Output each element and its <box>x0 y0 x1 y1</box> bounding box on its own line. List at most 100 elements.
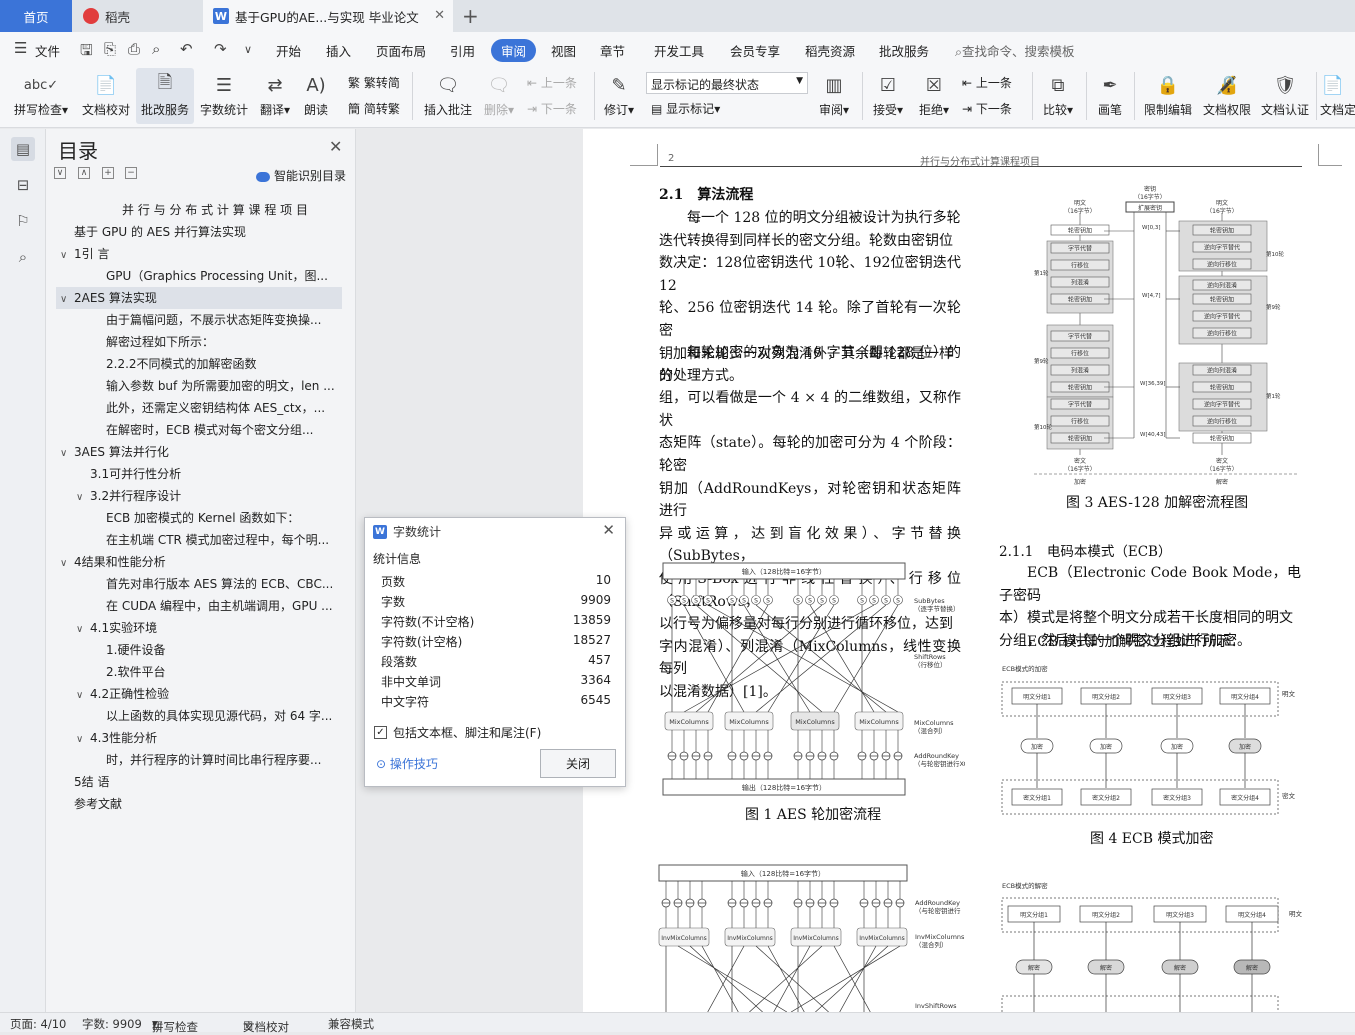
review-pane-button[interactable]: ▥ 审阅▾ <box>814 68 854 124</box>
menu-member[interactable]: 会员专享 <box>730 41 780 60</box>
toc-item[interactable]: 由于篇幅问题，不展示状态矩阵变换操... <box>106 309 342 331</box>
toc-item[interactable]: GPU（Graphics Processing Unit，图... <box>106 265 342 287</box>
toc-item[interactable]: 参考文献 <box>74 793 342 815</box>
toc-item[interactable]: 在解密时，ECB 模式对每个密文分组... <box>106 419 342 441</box>
new-tab-icon[interactable]: + <box>462 4 479 28</box>
save-icon[interactable]: 🖫 <box>80 40 93 65</box>
find-icon[interactable]: ⌕ <box>11 245 35 269</box>
compare-button[interactable]: ⧉ 比较▾ <box>1038 68 1078 124</box>
toc-item[interactable]: ∨ 4结果和性能分析 <box>60 551 342 573</box>
toc-item[interactable]: ∨ 4.3性能分析 <box>76 727 342 749</box>
prev-change-button[interactable]: ⇤ 上一条 <box>962 74 1012 91</box>
toc-item[interactable]: ∨ 1引 言 <box>60 243 342 265</box>
chevron-down-icon[interactable]: ∨ <box>76 619 90 639</box>
toc-item[interactable]: ∨ 4.2正确性检验 <box>76 683 342 705</box>
reject-button[interactable]: ☒ 拒绝▾ <box>914 68 954 124</box>
smart-toc-button[interactable]: 智能识别目录 <box>256 167 346 184</box>
trad-to-simp-button[interactable]: 繁 繁转简 <box>348 74 400 91</box>
toc-item[interactable]: ∨ 3.2并行程序设计 <box>76 485 342 507</box>
more-chevron-icon[interactable]: ∨ <box>244 43 252 56</box>
menu-reference[interactable]: 引用 <box>450 41 475 60</box>
menu-layout[interactable]: 页面布局 <box>376 41 426 60</box>
undo-icon[interactable]: ↶ <box>180 40 193 58</box>
doc-permission-button[interactable]: 🔏 文档权限 <box>1200 68 1254 124</box>
menu-insert[interactable]: 插入 <box>326 41 351 60</box>
status-spell-check[interactable]: ☑ 拼写检查 ▾ <box>152 1016 198 1034</box>
chevron-down-icon[interactable]: ∨ <box>60 553 74 573</box>
redo-icon[interactable]: ↷ <box>214 40 227 58</box>
add-heading-icon[interactable]: + <box>102 167 114 179</box>
toc-item[interactable]: 在 CUDA 编程中，由主机端调用，GPU ... <box>106 595 342 617</box>
show-markup-button[interactable]: ▤ 显示标记▾ <box>651 100 720 117</box>
menu-file[interactable]: 文件 <box>35 41 60 60</box>
print-icon[interactable]: ⎙ <box>128 40 140 58</box>
chevron-down-icon[interactable]: ∨ <box>60 443 74 463</box>
next-change-button[interactable]: ⇥ 下一条 <box>962 100 1012 117</box>
word-count-button[interactable]: ☰ 字数统计 <box>198 68 250 124</box>
toc-item[interactable]: 2.软件平台 <box>106 661 342 683</box>
chevron-down-icon[interactable]: ∨ <box>76 487 90 507</box>
expand-up-icon[interactable]: ∧ <box>78 167 90 179</box>
toc-item[interactable]: ∨ 3AES 算法并行化 <box>60 441 342 463</box>
menu-review[interactable]: 审阅 <box>491 39 537 62</box>
toc-close-icon[interactable]: ✕ <box>329 137 342 156</box>
toc-item[interactable]: 1.硬件设备 <box>106 639 342 661</box>
chapter-nav-icon[interactable]: ⊟ <box>11 173 35 197</box>
doc-proof-button[interactable]: 📄 文档校对 <box>78 68 134 124</box>
markup-mode-select[interactable]: 显示标记的最终状态 ▼ <box>646 72 808 94</box>
track-changes-button[interactable]: ✎ 修订▾ <box>600 68 638 124</box>
tab-daoke[interactable]: 稻壳 <box>73 0 201 32</box>
toc-item[interactable]: 并 行 与 分 布 式 计 算 课 程 项 目 <box>122 199 342 221</box>
pen-button[interactable]: ✒ 画笔 <box>1092 68 1128 124</box>
export-icon[interactable]: ⎘ <box>104 40 116 58</box>
menu-daoke-res[interactable]: 稻壳资源 <box>805 41 855 60</box>
dialog-close-button[interactable]: 关闭 <box>540 749 616 778</box>
chevron-down-icon[interactable]: ∨ <box>76 685 90 705</box>
toc-item[interactable]: 以上函数的具体实现见源代码，对 64 字... <box>106 705 342 727</box>
toc-item[interactable]: 时，并行程序的计算时间比串行程序要... <box>106 749 342 771</box>
status-wordcount[interactable]: 字数: 9909 <box>82 1016 142 1032</box>
menu-dev-tools[interactable]: 开发工具 <box>654 41 704 60</box>
remove-heading-icon[interactable]: − <box>125 167 137 179</box>
collapse-all-icon[interactable]: ∨ <box>54 167 66 179</box>
preview-icon[interactable]: ⌕ <box>152 40 160 58</box>
toc-item[interactable]: ECB 加密模式的 Kernel 函数如下： <box>106 507 342 529</box>
include-textbox-checkbox[interactable]: ✓ 包括文本框、脚注和尾注(F) <box>374 724 541 741</box>
toc-item[interactable]: 首先对串行版本 AES 算法的 ECB、CBC... <box>106 573 342 595</box>
menu-chapter[interactable]: 章节 <box>600 41 625 60</box>
toc-item[interactable]: ∨ 4.1实验环境 <box>76 617 342 639</box>
dialog-close-icon[interactable]: ✕ <box>602 521 615 539</box>
menu-start[interactable]: 开始 <box>276 41 301 60</box>
translate-button[interactable]: ⇄ 翻译▾ <box>256 68 294 124</box>
restrict-edit-button[interactable]: 🔒 限制编辑 <box>1140 68 1196 124</box>
review-service-button[interactable]: 🗎 批改服务 <box>136 68 194 124</box>
chevron-down-icon[interactable]: ∨ <box>60 289 74 309</box>
status-page[interactable]: 页面: 4/10 <box>10 1016 66 1032</box>
toc-item[interactable]: 输入参数 buf 为所需要加密的明文，len ... <box>106 375 342 397</box>
chevron-down-icon[interactable]: ∨ <box>60 245 74 265</box>
tab-document[interactable]: W 基于GPU的AE...与实现 毕业论文 ✕ <box>203 0 453 32</box>
next-comment-button[interactable]: ⇥ 下一条 <box>527 100 577 117</box>
simp-to-trad-button[interactable]: 簡 简转繁 <box>348 100 400 117</box>
toc-item[interactable]: 基于 GPU 的 AES 并行算法实现 <box>74 221 342 243</box>
toc-item[interactable]: 3.1可并行性分析 <box>90 463 342 485</box>
spell-check-button[interactable]: abc✓ 拼写检查▾ <box>10 68 72 124</box>
hamburger-icon[interactable]: ☰ <box>14 39 27 57</box>
toc-item[interactable]: 在主机端 CTR 模式加密过程中，每个明... <box>106 529 342 551</box>
doc-cert-button[interactable]: 🛡 文档认证 <box>1258 68 1312 124</box>
menu-review-service[interactable]: 批改服务 <box>879 41 929 60</box>
bookmark-icon[interactable]: ⚐ <box>11 209 35 233</box>
toc-item[interactable]: 2.2.2不同模式的加解密函数 <box>106 353 342 375</box>
accept-button[interactable]: ☑ 接受▾ <box>868 68 908 124</box>
tab-close-icon[interactable]: ✕ <box>434 8 445 23</box>
toc-panel-icon[interactable]: ▤ <box>11 137 35 161</box>
toc-item[interactable]: ∨ 2AES 算法实现 <box>56 287 342 309</box>
delete-comment-button[interactable]: 🗨 删除▾ <box>480 68 518 124</box>
insert-comment-button[interactable]: 🗨 插入批注 <box>420 68 476 124</box>
prev-comment-button[interactable]: ⇤ 上一条 <box>527 74 577 91</box>
toc-item[interactable]: 此外，还需定义密钥结构体 AES_ctx，... <box>106 397 342 419</box>
toc-item[interactable]: 5结 语 <box>74 771 342 793</box>
tips-link[interactable]: ⊙ 操作技巧 <box>376 755 438 772</box>
command-search[interactable]: ⌕查找命令、搜索模板 <box>955 41 1075 60</box>
toc-item[interactable]: 解密过程如下所示： <box>106 331 342 353</box>
